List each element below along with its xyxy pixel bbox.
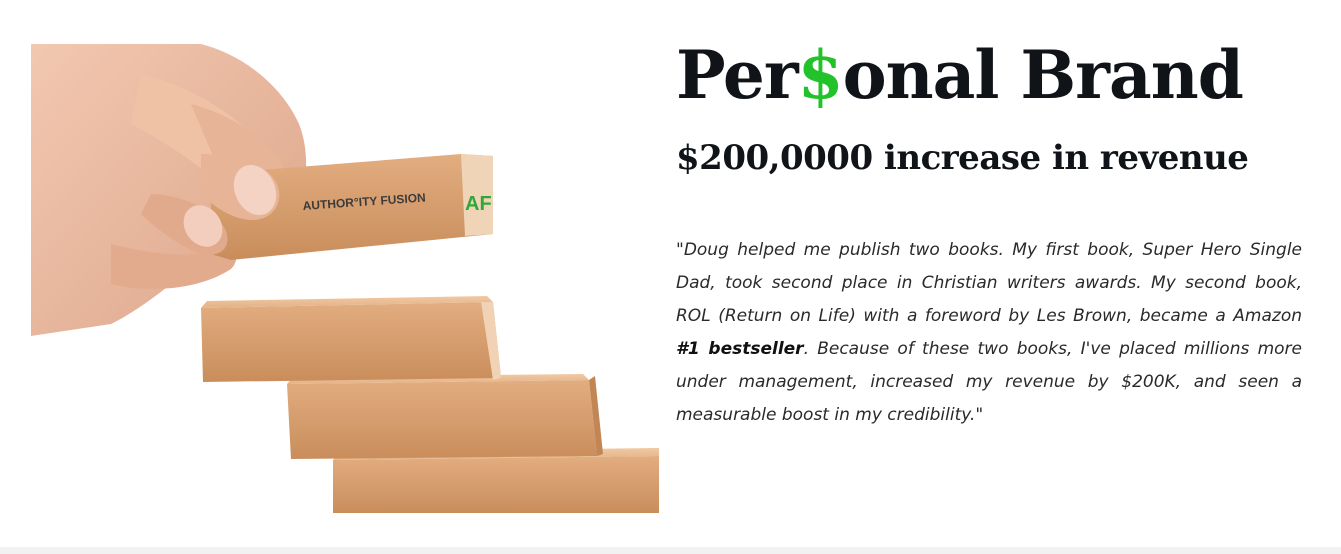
block-logo-text: AF [465, 193, 492, 215]
quote-bold-bestseller: #1 bestseller [676, 339, 804, 359]
wooden-blocks-illustration: AUTHOR°ITY FUSION AF [31, 44, 659, 513]
section-divider [0, 547, 1341, 554]
hero-image: AUTHOR°ITY FUSION AF [31, 44, 659, 513]
page-title: Per$onal Brand [676, 30, 1302, 120]
content-column: Per$onal Brand $200,0000 increase in rev… [676, 30, 1302, 432]
page-subtitle: $200,0000 increase in revenue [676, 138, 1249, 178]
wood-block-middle [287, 374, 603, 459]
wood-block-upper [201, 296, 501, 382]
title-part-1: Per [676, 36, 799, 114]
title-part-2: onal Brand [842, 36, 1244, 114]
dollar-sign-accent: $ [797, 36, 844, 114]
testimonial-quote: "Doug helped me publish two books. My fi… [676, 234, 1302, 432]
quote-text-start: "Doug helped me publish two books. My fi… [676, 240, 1302, 326]
